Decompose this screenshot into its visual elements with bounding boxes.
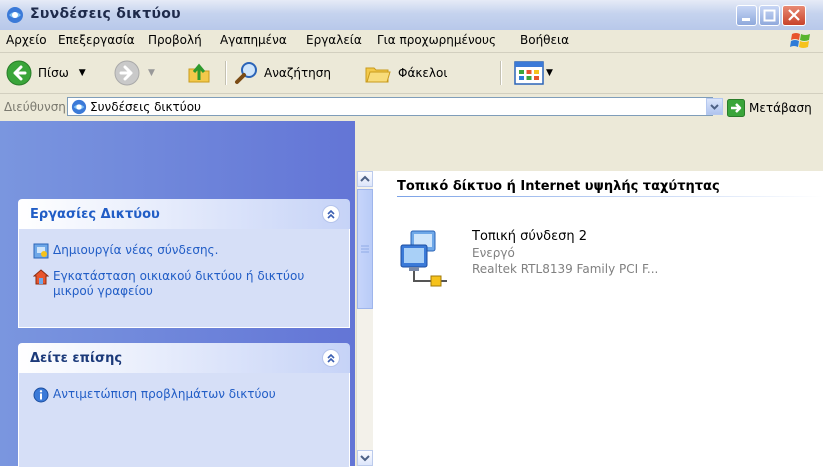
scroll-up-button[interactable] (357, 171, 373, 187)
maximize-icon (763, 9, 776, 22)
minimize-icon (742, 18, 750, 21)
lan-connection-icon (400, 230, 447, 287)
search-label: Αναζήτηση (264, 66, 331, 80)
menu-view[interactable]: Προβολή (148, 33, 202, 47)
see-also-title: Δείτε επίσης (30, 351, 123, 366)
go-label: Μετάβαση (749, 100, 812, 115)
collapse-chevron-icon[interactable] (322, 205, 340, 223)
title-bar[interactable]: Συνδέσεις δικτύου (0, 0, 823, 31)
group-divider (397, 196, 823, 197)
network-tasks-body: Δημιουργία νέας σύνδεσης. Εγκατάσταση οι… (18, 229, 350, 328)
minimize-button[interactable] (736, 5, 757, 26)
forward-arrow-icon (114, 60, 140, 86)
views-button[interactable]: ▼ (514, 59, 553, 87)
menu-tools[interactable]: Εργαλεία (306, 33, 362, 47)
content-pane: Τοπικό δίκτυο ή Internet υψηλής ταχύτητα… (373, 171, 823, 466)
address-input[interactable]: Συνδέσεις δικτύου (67, 97, 713, 116)
back-label: Πίσω (38, 66, 69, 80)
address-bar: Διεύθυνση Συνδέσεις δικτύου Μετάβαση (0, 94, 823, 120)
address-dropdown-button[interactable] (706, 98, 723, 115)
menu-favorites[interactable]: Αγαπημένα (220, 33, 287, 47)
address-label: Διεύθυνση (4, 100, 66, 114)
close-button[interactable] (782, 5, 806, 26)
back-arrow-icon (6, 60, 32, 86)
task-pane: Εργασίες Δικτύου Δημιουργία νέας σύνδεση… (0, 121, 355, 468)
chevron-up-icon (360, 175, 370, 182)
window-title: Συνδέσεις δικτύου (30, 6, 181, 22)
chevron-down-icon (360, 455, 370, 462)
address-value: Συνδέσεις δικτύου (90, 100, 201, 114)
folders-icon (365, 67, 391, 83)
menu-edit[interactable]: Επεξεργασία (58, 33, 135, 47)
menu-file[interactable]: Αρχείο (6, 33, 47, 47)
new-connection-icon (33, 243, 49, 259)
forward-button[interactable]: ▼ (114, 59, 155, 87)
home-network-icon (33, 269, 49, 285)
back-button[interactable]: Πίσω ▼ (6, 59, 86, 87)
maximize-button[interactable] (759, 5, 780, 26)
back-dropdown-icon[interactable]: ▼ (79, 68, 86, 78)
close-icon (788, 9, 800, 21)
group-header: Τοπικό δίκτυο ή Internet υψηλής ταχύτητα… (397, 179, 720, 194)
network-tasks-header[interactable]: Εργασίες Δικτύου (18, 199, 350, 229)
see-also-body: Αντιμετώπιση προβλημάτων δικτύου (18, 373, 350, 468)
folders-label: Φάκελοι (398, 66, 448, 80)
up-folder-button[interactable] (186, 59, 212, 87)
network-tasks-title: Εργασίες Δικτύου (30, 207, 160, 222)
windows-logo-icon (790, 33, 810, 48)
scroll-thumb[interactable] (357, 189, 373, 309)
network-connections-icon (7, 7, 23, 23)
grip-icon (361, 245, 369, 253)
toolbar: Πίσω ▼ ▼ Αναζήτηση Φάκελοι ▼ (0, 53, 823, 94)
connection-status: Ενεργό (472, 246, 515, 260)
menu-advanced[interactable]: Για προχωρημένους (377, 33, 496, 47)
folders-button[interactable]: Φάκελοι (364, 59, 447, 87)
go-button[interactable]: Μετάβαση (727, 98, 823, 117)
views-grid-icon (514, 61, 544, 85)
up-folder-icon (188, 63, 210, 83)
window: Συνδέσεις δικτύου Αρχείο Επεξεργασία Προ… (0, 0, 823, 468)
menu-bar: Αρχείο Επεξεργασία Προβολή Αγαπημένα Εργ… (0, 30, 823, 53)
scroll-down-button[interactable] (357, 450, 373, 466)
views-dropdown-icon[interactable]: ▼ (546, 68, 553, 78)
chevron-down-icon (710, 104, 719, 110)
search-icon (235, 62, 257, 84)
network-troubleshooting-label: Αντιμετώπιση προβλημάτων δικτύου (53, 387, 276, 401)
create-connection-label: Δημιουργία νέας σύνδεσης. (53, 243, 219, 257)
forward-dropdown-icon[interactable]: ▼ (148, 68, 155, 78)
go-arrow-icon (727, 98, 745, 117)
connection-name: Τοπική σύνδεση 2 (472, 229, 588, 244)
collapse-chevron-icon[interactable] (322, 349, 340, 367)
connection-device: Realtek RTL8139 Family PCI F... (472, 262, 659, 276)
search-button[interactable]: Αναζήτηση (234, 59, 331, 87)
vertical-scrollbar[interactable] (356, 171, 373, 466)
home-network-setup-label: Εγκατάσταση οικιακού δικτύου ή δικτύου μ… (53, 269, 305, 298)
see-also-header[interactable]: Δείτε επίσης (18, 343, 350, 373)
network-tasks-panel: Εργασίες Δικτύου Δημιουργία νέας σύνδεση… (18, 199, 350, 328)
network-connections-icon (71, 99, 87, 115)
menu-help[interactable]: Βοήθεια (520, 33, 569, 47)
see-also-panel: Δείτε επίσης Αντιμετώπιση προβλημάτων δι… (18, 343, 350, 468)
connection-item[interactable]: Τοπική σύνδεση 2 Ενεργό Realtek RTL8139 … (397, 227, 797, 297)
info-icon (33, 387, 49, 403)
